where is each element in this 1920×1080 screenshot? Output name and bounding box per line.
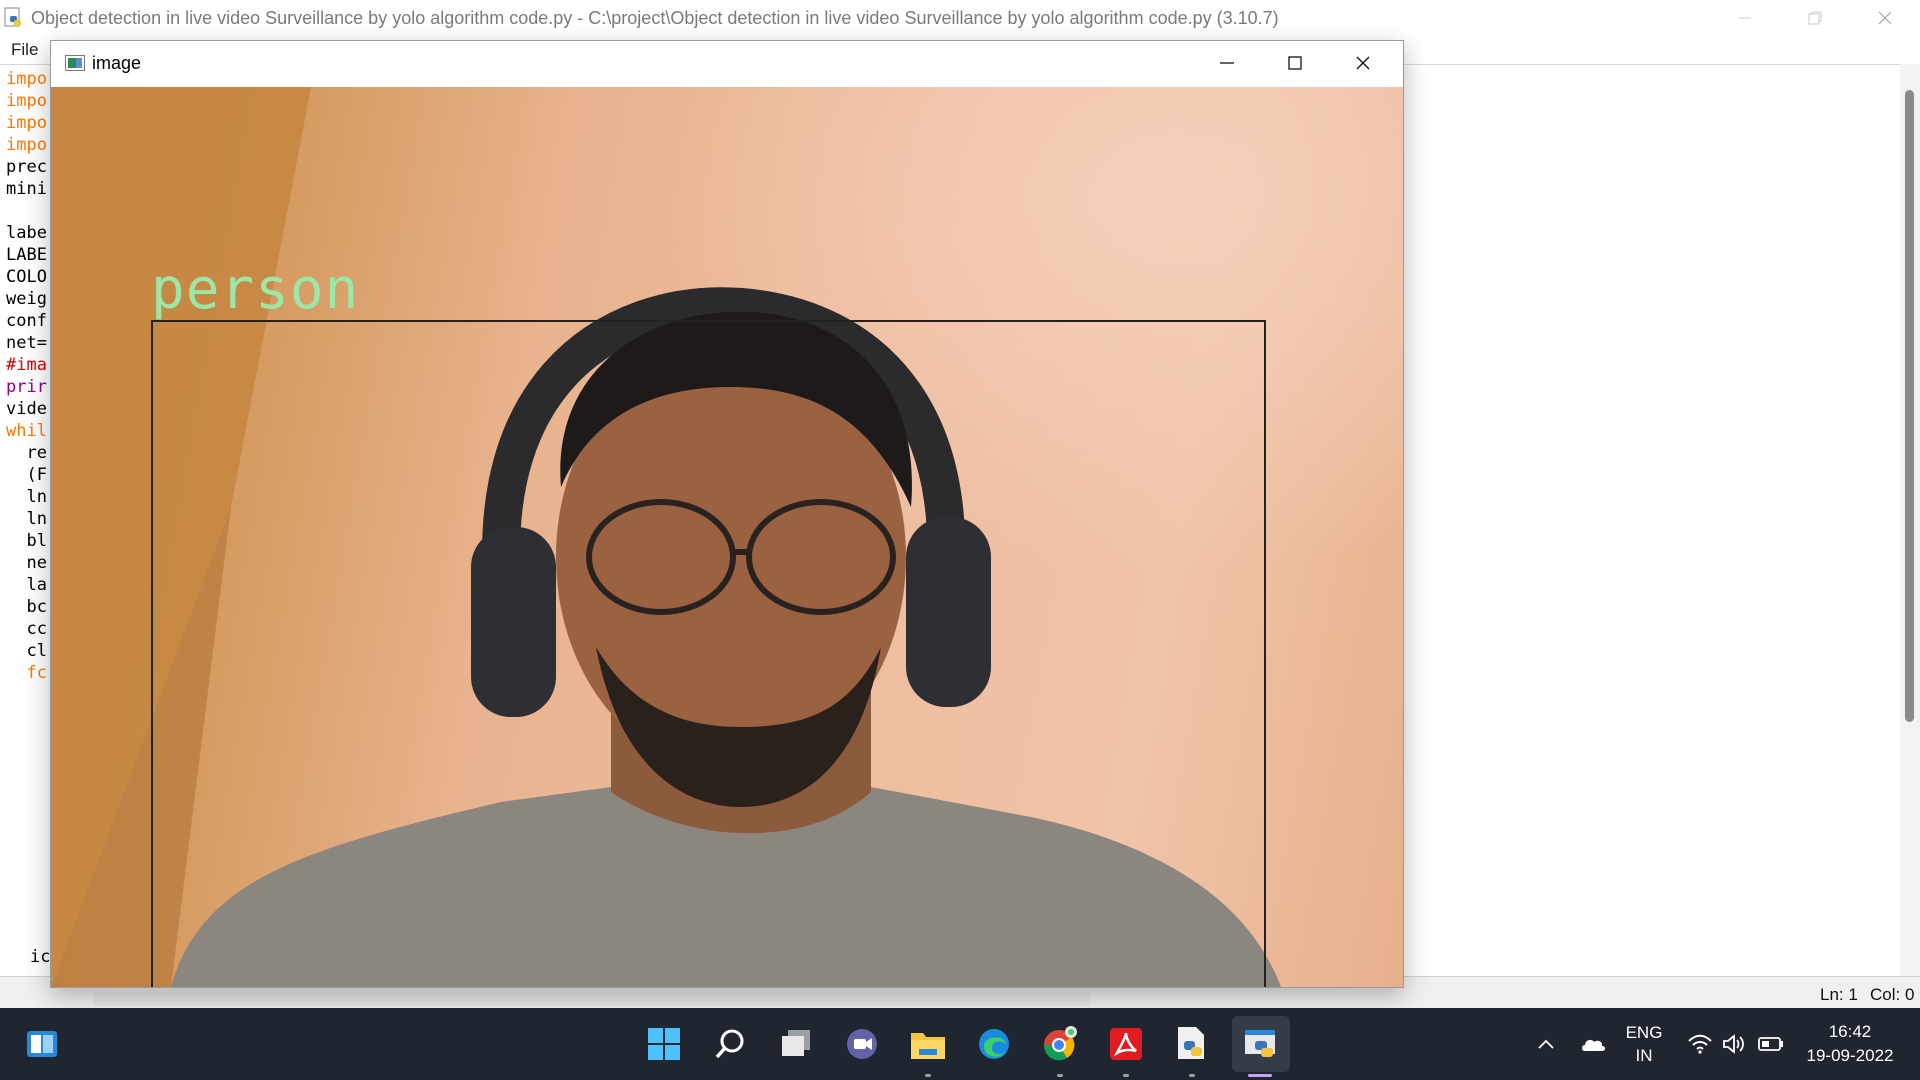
- close-button[interactable]: [1850, 0, 1920, 36]
- language-top[interactable]: ENG: [1624, 1023, 1664, 1043]
- image-maximize-button[interactable]: [1261, 41, 1329, 85]
- image-window-title: image: [92, 53, 142, 73]
- running-indicator: [1123, 1074, 1129, 1077]
- close-icon: [1878, 11, 1892, 25]
- image-window-titlebar[interactable]: image: [51, 41, 1403, 85]
- wifi-button[interactable]: [1686, 1020, 1714, 1068]
- clock-time[interactable]: 16:42: [1790, 1022, 1910, 1042]
- python-idle-icon: [1245, 1030, 1275, 1057]
- python-file-button[interactable]: [1168, 1020, 1216, 1068]
- vertical-scrollbar[interactable]: [1900, 64, 1920, 976]
- column-number: Col: 0: [1870, 985, 1915, 1004]
- speaker-icon: [1723, 1034, 1744, 1054]
- edge-button[interactable]: [970, 1020, 1018, 1068]
- detection-label: person: [151, 257, 360, 322]
- chrome-icon: [1043, 1026, 1077, 1061]
- detection-bounding-box: [151, 320, 1266, 987]
- code-fragment-bottom: ic: [30, 947, 51, 967]
- maximize-icon: [1288, 56, 1302, 70]
- image-minimize-button[interactable]: [1193, 41, 1261, 85]
- chevron-up-icon: [1538, 1039, 1554, 1049]
- clock-date[interactable]: 19-09-2022: [1790, 1046, 1910, 1066]
- idle-window-title: Object detection in live video Surveilla…: [31, 8, 1279, 28]
- running-indicator: [925, 1074, 931, 1077]
- chat-icon: [847, 1029, 877, 1059]
- image-window-icon: [65, 55, 85, 71]
- running-indicator: [1057, 1074, 1063, 1077]
- restore-icon: [1808, 11, 1822, 25]
- chrome-button[interactable]: [1036, 1020, 1084, 1068]
- horizontal-scrollbar[interactable]: [93, 992, 1090, 1006]
- close-icon: [1356, 56, 1370, 70]
- line-number: Ln: 1: [1820, 985, 1858, 1004]
- acrobat-button[interactable]: [1102, 1020, 1150, 1068]
- language-bottom[interactable]: IN: [1624, 1046, 1664, 1066]
- active-indicator: [1248, 1074, 1272, 1077]
- restore-button[interactable]: [1780, 0, 1850, 36]
- file-explorer-button[interactable]: [904, 1020, 952, 1068]
- wifi-icon: [1688, 1034, 1712, 1054]
- python-file-icon: [1178, 1027, 1204, 1059]
- image-close-button[interactable]: [1329, 41, 1397, 85]
- teams-chat-button[interactable]: [838, 1020, 886, 1068]
- idle-titlebar: Object detection in live video Surveilla…: [0, 0, 1920, 36]
- task-view-icon: [782, 1030, 810, 1056]
- minimize-button[interactable]: [1710, 0, 1780, 36]
- idle-button[interactable]: [1237, 1020, 1285, 1068]
- battery-button[interactable]: [1756, 1020, 1786, 1068]
- search-icon: [715, 1029, 744, 1059]
- pdf-reader-icon: [1110, 1028, 1142, 1060]
- folder-icon: [911, 1033, 945, 1059]
- minimize-icon: [1220, 62, 1234, 64]
- minimize-icon: [1739, 17, 1751, 19]
- widgets-button[interactable]: [18, 1020, 66, 1068]
- opencv-image-window: image person: [50, 40, 1404, 988]
- start-button[interactable]: [640, 1020, 688, 1068]
- scrollbar-thumb[interactable]: [1905, 90, 1914, 722]
- windows-start-icon: [648, 1028, 680, 1060]
- widgets-icon: [27, 1031, 57, 1057]
- battery-icon: [1758, 1037, 1783, 1051]
- cloud-icon: [1582, 1039, 1605, 1051]
- taskbar: ENG IN 16:42 19-09-2022: [0, 1008, 1920, 1080]
- video-frame: person: [51, 87, 1403, 987]
- task-view-button[interactable]: [772, 1020, 820, 1068]
- edge-browser-icon: [979, 1029, 1009, 1059]
- show-hidden-icons-button[interactable]: [1532, 1020, 1560, 1068]
- python-file-icon: [4, 7, 21, 27]
- volume-button[interactable]: [1720, 1020, 1748, 1068]
- running-indicator: [1189, 1074, 1195, 1077]
- search-button[interactable]: [706, 1020, 754, 1068]
- onedrive-button[interactable]: [1578, 1020, 1608, 1068]
- menu-file[interactable]: File: [11, 40, 38, 60]
